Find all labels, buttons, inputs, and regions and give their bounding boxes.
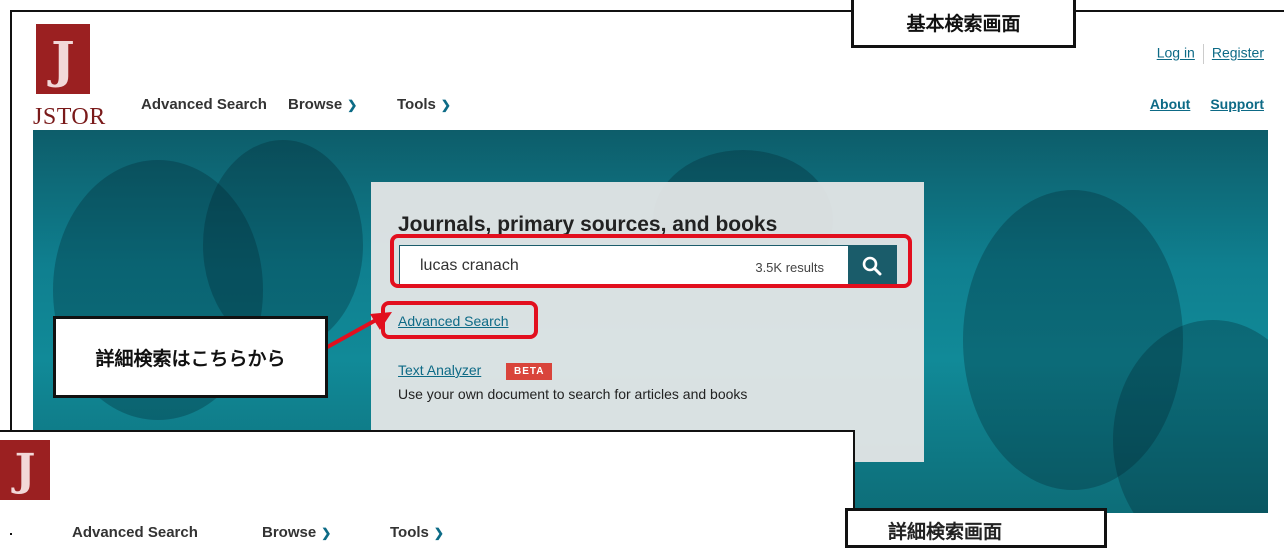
jstor-logo-icon: J bbox=[0, 440, 50, 500]
chevron-down-icon: ❯ bbox=[433, 526, 444, 540]
nav-browse[interactable]: Browse ❯ bbox=[288, 96, 357, 113]
text-analyzer-description: Use your own document to search for arti… bbox=[398, 386, 748, 402]
info-links: About Support bbox=[1130, 96, 1264, 112]
search-highlight-box bbox=[390, 234, 912, 288]
register-link[interactable]: Register bbox=[1212, 45, 1264, 61]
account-links: Log in Register bbox=[1157, 44, 1264, 64]
chevron-down-icon: ❯ bbox=[347, 98, 358, 112]
chevron-down-icon: ❯ bbox=[321, 526, 332, 540]
support-link[interactable]: Support bbox=[1210, 96, 1264, 112]
advanced-link-highlight-box bbox=[381, 301, 538, 339]
advanced-search-label: 詳細検索はこちらから bbox=[53, 316, 328, 398]
login-link[interactable]: Log in bbox=[1157, 45, 1195, 61]
link-divider bbox=[1202, 44, 1204, 64]
about-link[interactable]: About bbox=[1150, 96, 1190, 112]
advanced-search-screenshot: J Advanced Search Browse ❯ Tools ❯ bbox=[0, 430, 855, 541]
beta-badge: BETA bbox=[506, 363, 553, 380]
advanced-search-screen-label: 詳細検索画面 bbox=[845, 508, 1107, 548]
text-analyzer-link[interactable]: Text Analyzer bbox=[398, 362, 481, 378]
jstor-logo-icon[interactable]: J bbox=[36, 24, 90, 94]
nav-browse-label: Browse bbox=[288, 96, 343, 113]
nav-advanced-search[interactable]: Advanced Search bbox=[141, 96, 267, 113]
nav-tools[interactable]: Tools ❯ bbox=[397, 96, 451, 113]
chevron-down-icon: ❯ bbox=[440, 98, 451, 112]
jstor-wordmark[interactable]: JSTOR bbox=[33, 104, 106, 131]
basic-search-label: 基本検索画面 bbox=[851, 0, 1076, 48]
nav-tools-label: Tools bbox=[397, 96, 436, 113]
